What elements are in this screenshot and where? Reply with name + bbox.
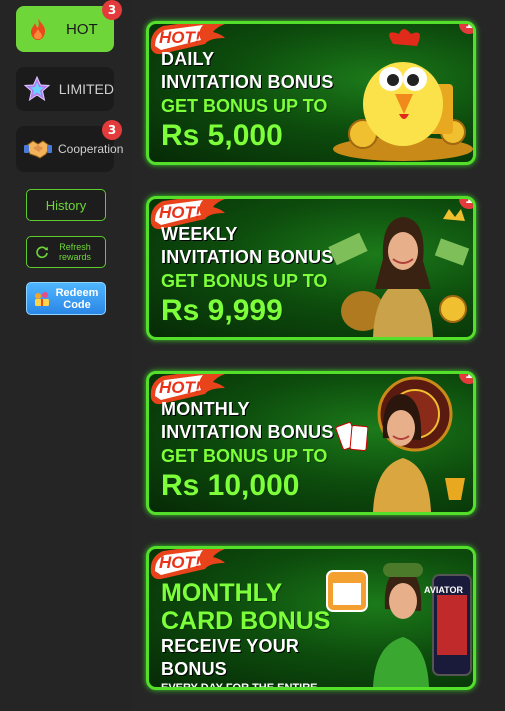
tab-cooperation-label: Cooperation [58,142,124,156]
refresh-rewards-button[interactable]: Refresh rewards [26,236,106,268]
aviator-label: AVIATOR [423,585,463,595]
category-sidebar: HOT 3 LIMITED Cooperation 3 History Refr… [0,0,132,711]
tab-hot-label: HOT [66,20,98,38]
refresh-icon [35,245,49,259]
star-icon [24,75,51,103]
tab-limited-label: LIMITED [58,81,114,97]
hot-tag-label: HOT! [159,28,201,47]
history-button[interactable]: History [26,189,106,221]
weekly-invitation-card[interactable]: HOT! WEEKLY INVITATION BONUS GET BONUS U… [146,196,476,340]
redeem-code-label: Redeem Code [55,286,99,311]
monthly-card-bonus-card[interactable]: HOT! MONTHLY CARD BONUS RECEIVE YOUR BON… [146,546,476,690]
tab-limited[interactable]: LIMITED [16,67,114,111]
tab-hot-badge: 3 [102,0,122,20]
monthly-invitation-card[interactable]: HOT! MONTHLY INVITATION BONUS GET BONUS … [146,371,476,515]
redeem-code-button[interactable]: Redeem Code [26,282,106,315]
hot-tag-label: HOT! [159,203,201,222]
gift-icon [33,291,51,307]
fire-icon [24,15,52,43]
tab-cooperation-badge: 3 [102,120,122,140]
hot-tag-label: HOT! [159,378,201,397]
rewards-list: HOT! DAILY INVITATION BONUS GET BONUS UP… [132,0,505,711]
daily-invitation-card[interactable]: HOT! DAILY INVITATION BONUS GET BONUS UP… [146,21,476,165]
rooster-icon [333,29,473,161]
refresh-rewards-label: Refresh rewards [58,242,91,262]
hot-tag-label: HOT! [159,553,201,572]
history-button-label: History [45,197,87,213]
tab-cooperation[interactable]: Cooperation 3 [16,120,124,172]
woman-with-cards-icon [335,376,465,512]
aviator-pilot-icon [326,563,472,687]
handshake-icon [24,135,52,163]
tab-hot[interactable]: HOT 3 [16,0,122,52]
woman-with-cash-icon [328,209,470,337]
